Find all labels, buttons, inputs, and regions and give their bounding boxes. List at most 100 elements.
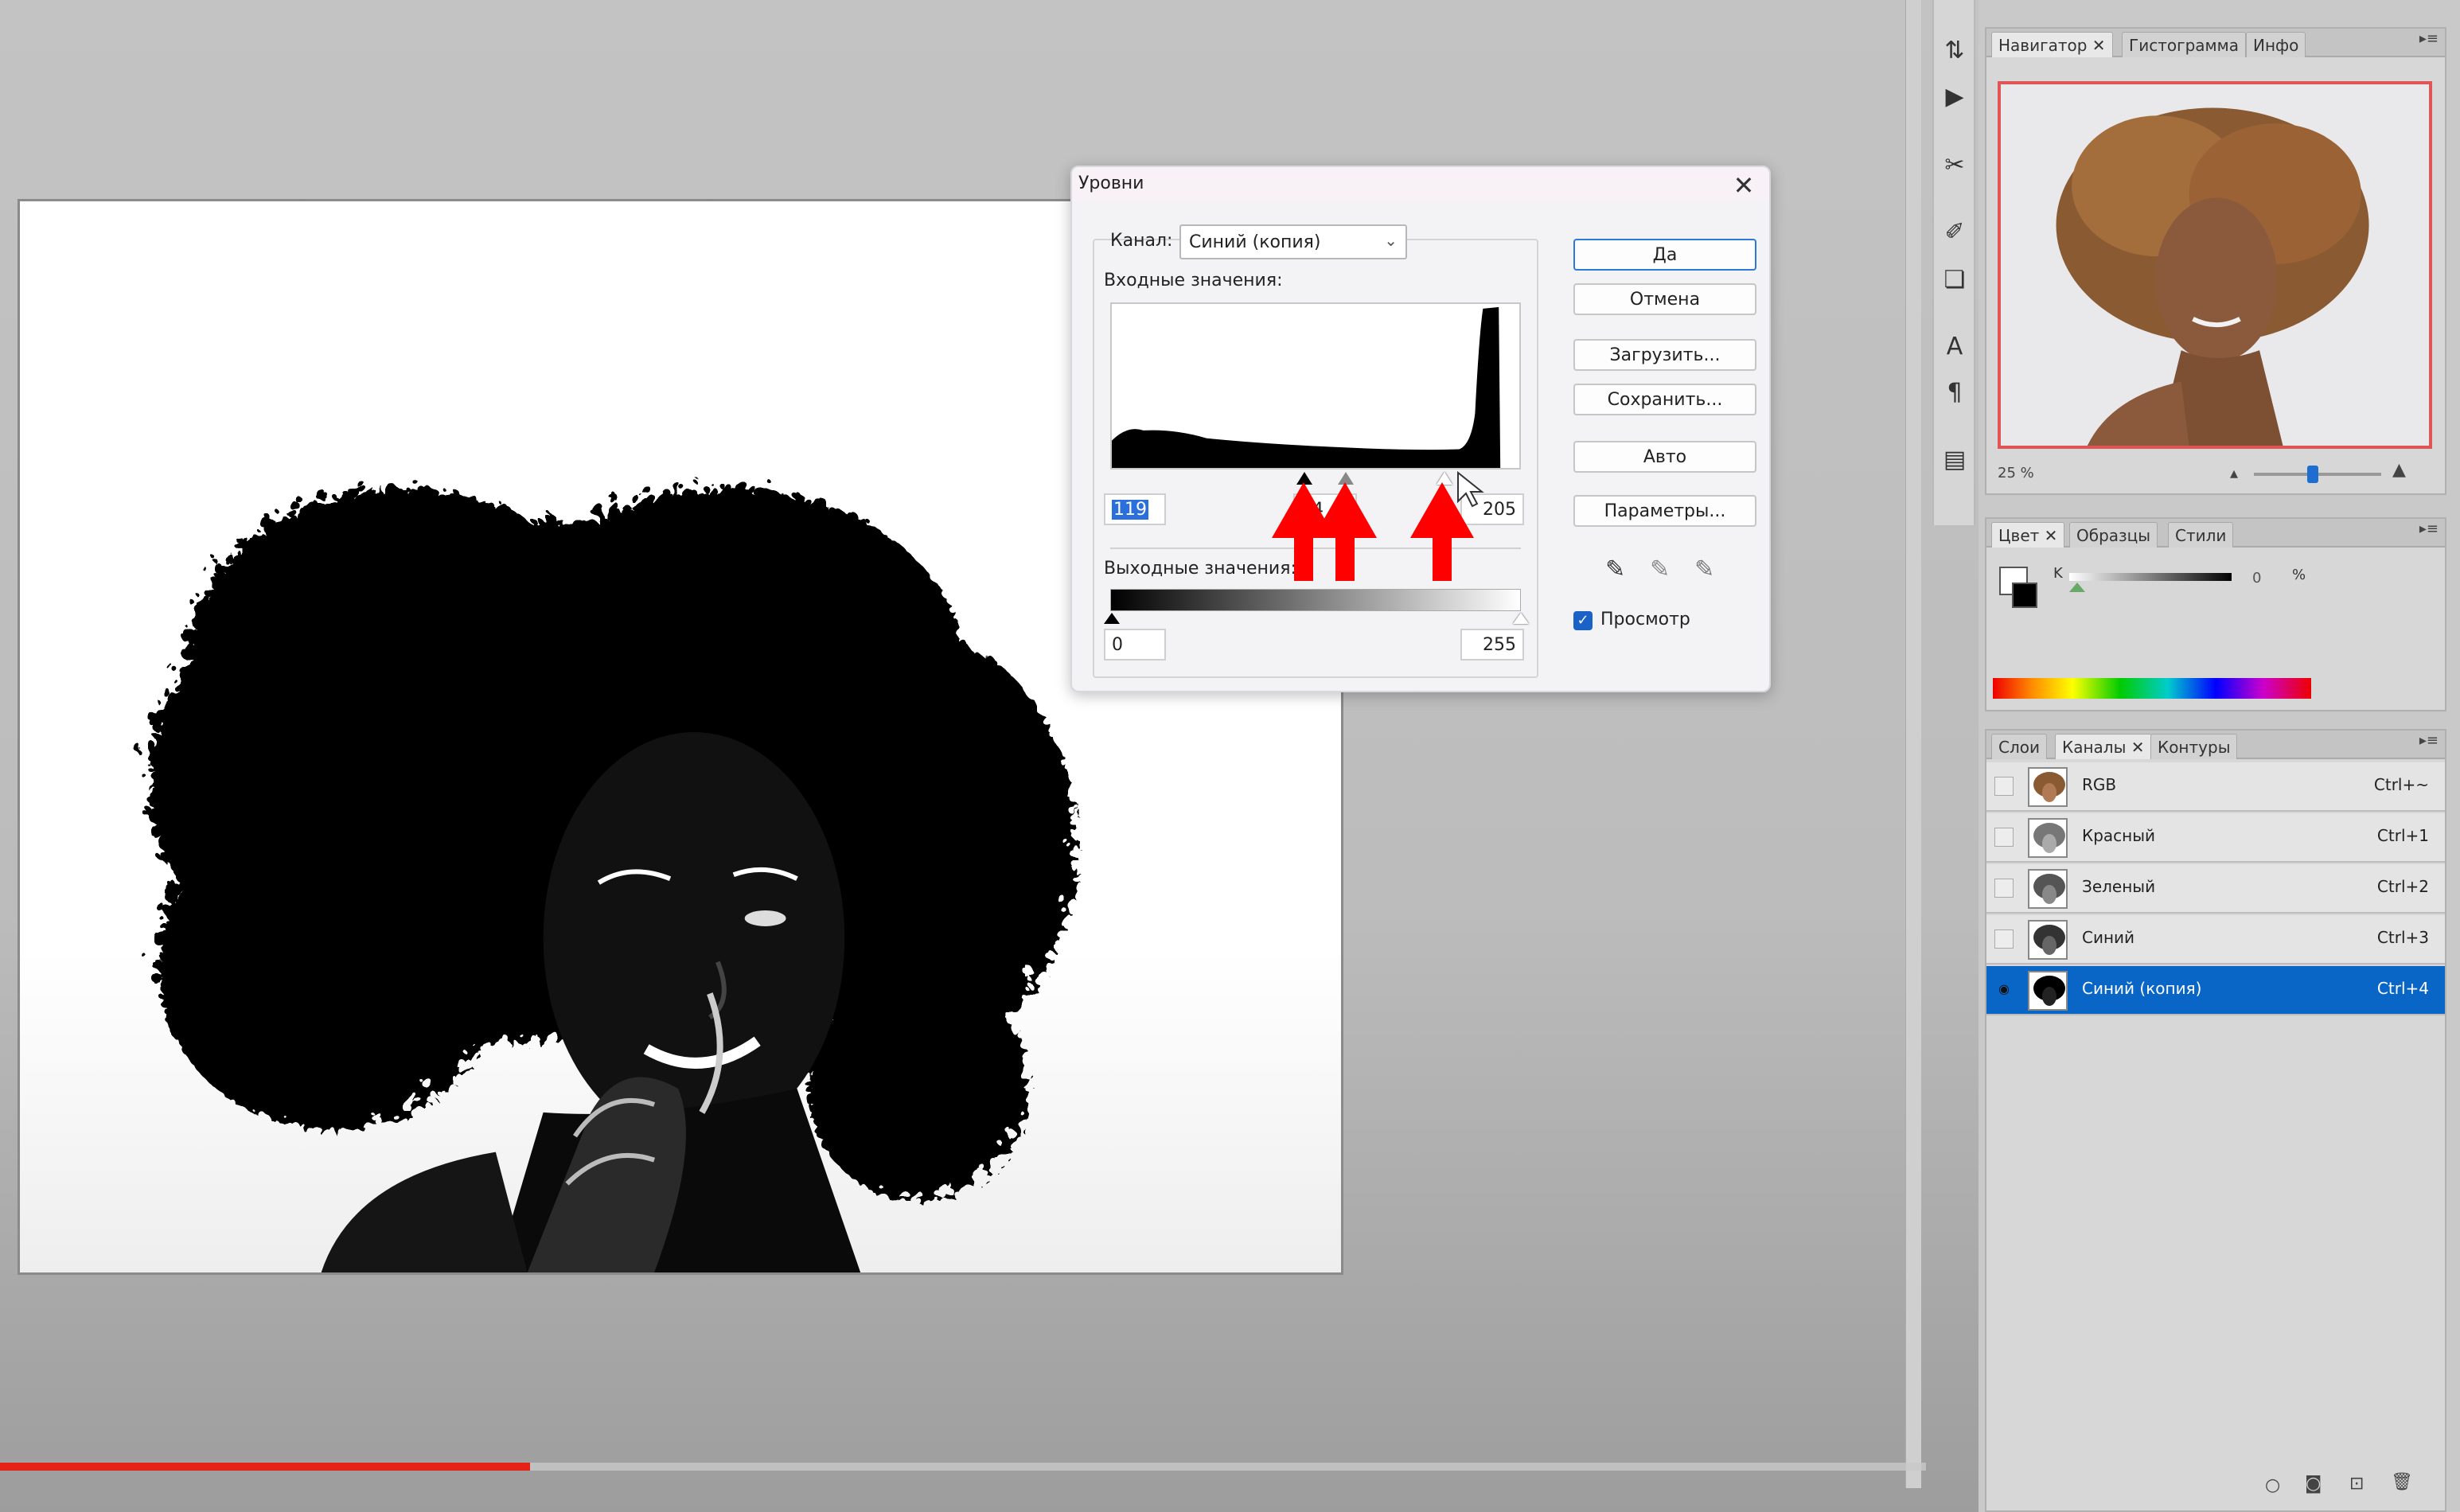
zoom-slider-handle[interactable] — [2306, 466, 2318, 483]
visibility-toggle[interactable] — [1994, 879, 2014, 898]
tab-styles[interactable]: Стили — [2168, 522, 2234, 548]
k-slider-handle[interactable] — [2069, 583, 2085, 592]
tab-layers[interactable]: Слои — [1991, 734, 2047, 759]
new-channel-icon[interactable]: ⊡ — [2349, 1474, 2364, 1494]
load-channel-as-selection-icon[interactable]: ○ — [2265, 1475, 2280, 1495]
visibility-toggle[interactable] — [1994, 828, 2014, 847]
navigator-preview[interactable] — [1998, 81, 2432, 449]
output-white-slider[interactable] — [1513, 613, 1529, 624]
channels-tabs: Слои Каналы ✕ Контуры ▸≡ — [1986, 731, 2445, 759]
tab-channels[interactable]: Каналы ✕ — [2055, 734, 2152, 759]
channel-label: Канал: — [1110, 231, 1173, 251]
tab-swatches[interactable]: Образцы — [2069, 522, 2158, 548]
channel-name: Синий (копия) — [2082, 979, 2202, 998]
options-button[interactable]: Параметры... — [1573, 495, 1756, 527]
levels-dialog: Уровни ✕ Канал: Синий (копия) ⌄ Входные … — [1070, 166, 1771, 692]
channel-row-red[interactable]: Красный Ctrl+1 — [1986, 813, 2445, 863]
panel-menu-icon[interactable]: ▸≡ — [2419, 732, 2439, 749]
preview-label: Просмотр — [1600, 610, 1690, 629]
eye-icon[interactable]: ◉ — [1994, 980, 2014, 1000]
chevron-down-icon: ⌄ — [1384, 231, 1398, 250]
channel-row-blue-copy[interactable]: ◉ Синий (копия) Ctrl+4 — [1986, 966, 2445, 1015]
zoom-slider[interactable] — [2254, 466, 2381, 483]
output-white-field[interactable]: 255 — [1460, 629, 1524, 661]
actions-icon[interactable]: ▶ — [1939, 83, 1971, 115]
input-levels-label: Входные значения: — [1104, 271, 1283, 290]
zoom-out-icon[interactable]: ▴ — [2230, 463, 2238, 482]
color-tabs: Цвет ✕ Образцы Стили ▸≡ — [1986, 519, 2445, 548]
tab-color[interactable]: Цвет ✕ — [1991, 522, 2065, 548]
clone-source-icon[interactable]: ❏ — [1939, 266, 1971, 298]
channel-thumbnail — [2028, 869, 2068, 909]
character-icon[interactable]: A — [1939, 333, 1971, 364]
right-panels: Навигатор ✕ Гистограмма Инфо ▸≡ 25 % ▴ ▲ — [1979, 0, 2460, 1512]
color-spectrum-bar[interactable] — [1993, 678, 2311, 699]
color-panel: Цвет ✕ Образцы Стили ▸≡ K 0 % — [1985, 517, 2446, 711]
channel-name: Зеленый — [2082, 877, 2156, 896]
save-selection-as-channel-icon[interactable]: ◙ — [2305, 1474, 2322, 1494]
channel-thumbnail — [2028, 818, 2068, 858]
channel-thumbnail — [2028, 971, 2068, 1011]
channel-row-blue[interactable]: Синий Ctrl+3 — [1986, 915, 2445, 964]
k-value[interactable]: 0 — [2252, 570, 2261, 586]
channel-name: Синий — [2082, 928, 2135, 947]
levels-dialog-titlebar[interactable]: Уровни ✕ — [1072, 167, 1769, 202]
navigator-tabs: Навигатор ✕ Гистограмма Инфо ▸≡ — [1986, 29, 2445, 57]
load-button[interactable]: Загрузить... — [1573, 339, 1756, 371]
channel-row-green[interactable]: Зеленый Ctrl+2 — [1986, 864, 2445, 914]
tab-info[interactable]: Инфо — [2246, 32, 2306, 57]
gray-eyedropper-icon[interactable]: ✎ — [1650, 555, 1670, 583]
history-icon[interactable]: ⇅ — [1939, 37, 1971, 68]
channel-shortcut: Ctrl+1 — [2376, 826, 2429, 845]
trash-icon[interactable]: 🗑 — [2391, 1472, 2413, 1492]
panel-menu-icon[interactable]: ▸≡ — [2419, 30, 2439, 47]
paragraph-icon[interactable]: ¶ — [1939, 379, 1971, 411]
navigator-thumbnail — [2056, 107, 2369, 446]
channel-select[interactable]: Синий (копия) ⌄ — [1179, 224, 1407, 259]
output-black-field[interactable]: 0 — [1104, 629, 1166, 661]
save-button[interactable]: Сохранить... — [1573, 384, 1756, 415]
tab-histogram[interactable]: Гистограмма — [2122, 32, 2246, 57]
document-vertical-scrollbar[interactable] — [1905, 0, 1921, 1488]
channel-shortcut: Ctrl+~ — [2373, 775, 2429, 794]
channel-row-rgb[interactable]: RGB Ctrl+~ — [1986, 762, 2445, 812]
background-color-swatch[interactable] — [2012, 583, 2037, 608]
input-black-field[interactable]: 119 — [1104, 493, 1166, 525]
panel-dock-toolstrip: ⇅ ▶ ✂ ✐ ❏ A ¶ ▤ — [1932, 0, 1975, 525]
notes-icon[interactable]: ▤ — [1939, 446, 1971, 477]
red-arrow-icon — [1410, 482, 1474, 581]
tab-navigator[interactable]: Навигатор ✕ — [1991, 32, 2113, 57]
channel-shortcut: Ctrl+3 — [2376, 928, 2429, 947]
channel-name: Красный — [2082, 826, 2156, 845]
tool-presets-icon[interactable]: ✂ — [1939, 151, 1971, 183]
k-slider-label: K — [2053, 565, 2063, 582]
k-slider[interactable] — [2069, 573, 2232, 581]
zoom-in-icon[interactable]: ▲ — [2392, 460, 2406, 480]
video-progress-fill — [0, 1463, 530, 1471]
navigator-zoom-value: 25 % — [1998, 465, 2034, 481]
brushes-icon[interactable]: ✐ — [1939, 218, 1971, 250]
ok-button[interactable]: Да — [1573, 239, 1756, 271]
close-icon[interactable]: ✕ — [1729, 170, 1758, 201]
channel-shortcut: Ctrl+4 — [2376, 979, 2429, 998]
panel-menu-icon[interactable]: ▸≡ — [2419, 520, 2439, 537]
channels-panel: Слои Каналы ✕ Контуры ▸≡ RGB Ctrl+~ Крас… — [1985, 729, 2446, 1512]
histogram — [1110, 302, 1521, 470]
cancel-button[interactable]: Отмена — [1573, 283, 1756, 315]
channel-thumbnail — [2028, 920, 2068, 960]
black-eyedropper-icon[interactable]: ✎ — [1605, 555, 1625, 583]
channel-shortcut: Ctrl+2 — [2376, 877, 2429, 896]
channel-thumbnail — [2028, 767, 2068, 807]
output-levels-label: Выходные значения: — [1104, 559, 1296, 579]
visibility-toggle[interactable] — [1994, 929, 2014, 949]
white-eyedropper-icon[interactable]: ✎ — [1694, 555, 1714, 583]
percent-label: % — [2292, 567, 2306, 583]
tab-paths[interactable]: Контуры — [2150, 734, 2238, 759]
output-black-slider[interactable] — [1104, 613, 1120, 624]
auto-button[interactable]: Авто — [1573, 441, 1756, 473]
levels-dialog-title: Уровни — [1078, 173, 1144, 193]
red-arrow-icon — [1313, 482, 1377, 581]
preview-checkbox[interactable]: ✓ — [1573, 611, 1593, 630]
histogram-shape — [1112, 306, 1501, 468]
visibility-toggle[interactable] — [1994, 777, 2014, 796]
